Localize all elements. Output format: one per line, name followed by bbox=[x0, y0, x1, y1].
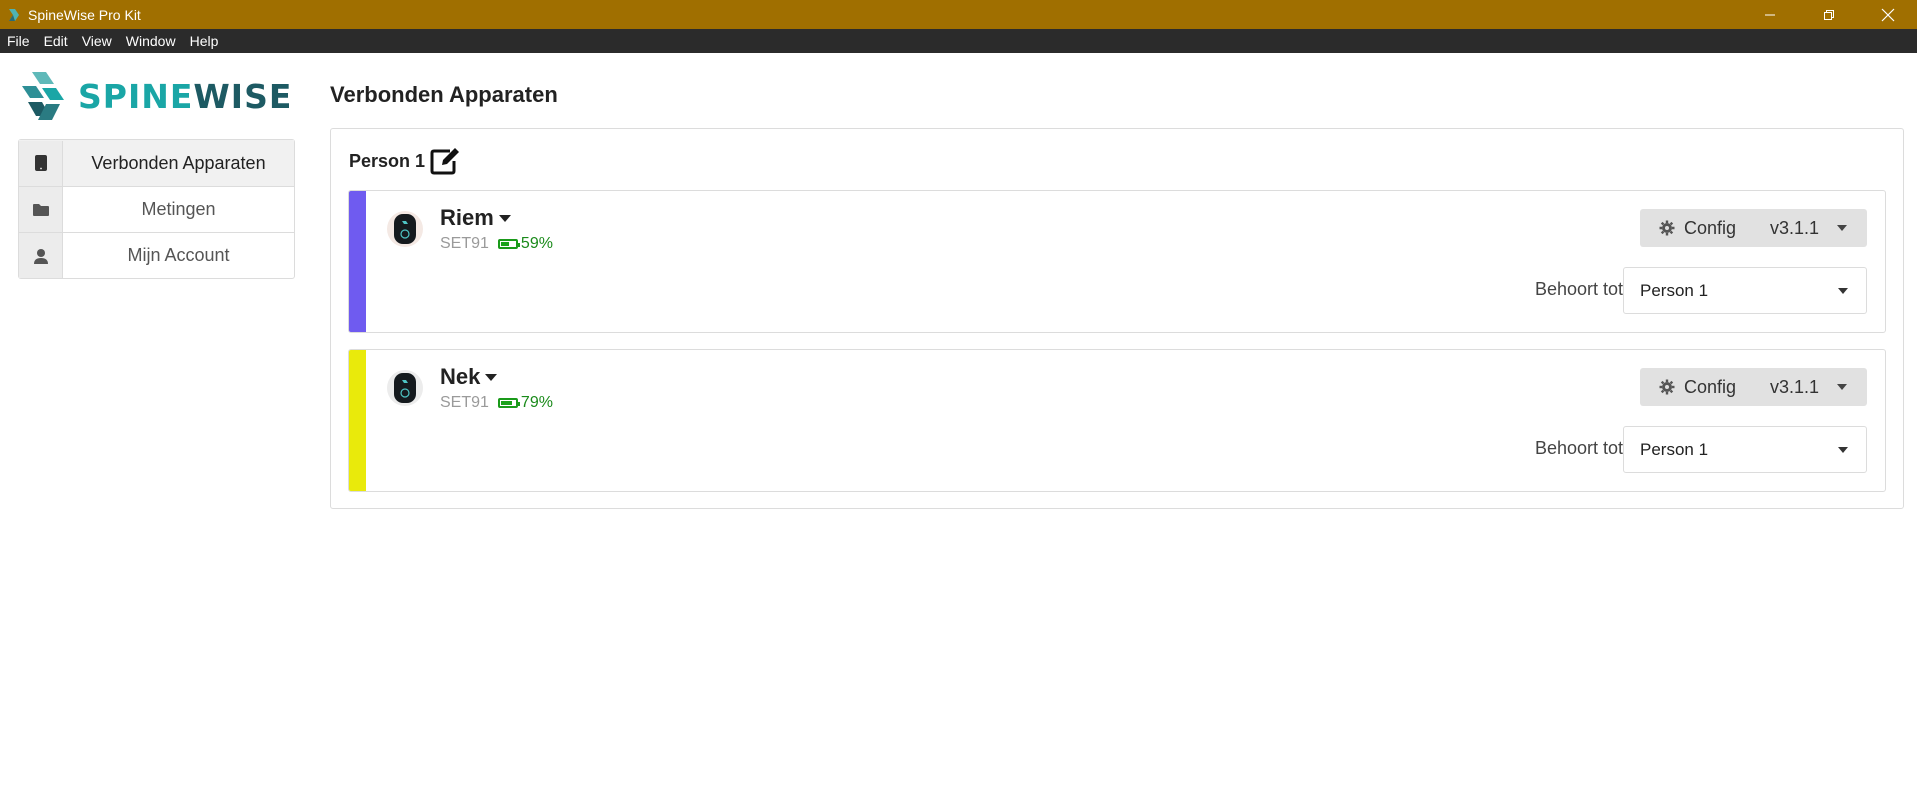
owner-label: Behoort tot bbox=[1534, 438, 1623, 458]
device-name-dropdown[interactable]: Riem bbox=[440, 205, 511, 231]
caret-down-icon bbox=[1837, 384, 1847, 390]
spinewise-logo: SPINEWISE bbox=[18, 70, 292, 122]
user-icon bbox=[19, 233, 63, 278]
sidebar-item-label: Mijn Account bbox=[127, 245, 230, 265]
restore-icon[interactable] bbox=[1799, 0, 1858, 29]
battery-percent: 59% bbox=[520, 235, 553, 252]
caret-down-icon bbox=[1838, 446, 1848, 453]
device-color-strip bbox=[349, 350, 366, 491]
sensor-device-icon bbox=[387, 211, 423, 247]
menu-help[interactable]: Help bbox=[183, 29, 226, 53]
device-name: Riem bbox=[440, 205, 494, 230]
close-icon[interactable] bbox=[1858, 0, 1917, 29]
menu-file[interactable]: File bbox=[0, 29, 37, 53]
tablet-icon bbox=[19, 140, 63, 186]
menu-window[interactable]: Window bbox=[119, 29, 183, 53]
device-card-riem: Riem SET91 59% Config v3.1.1 Behoort tot… bbox=[348, 190, 1886, 333]
group-name: Person 1 bbox=[349, 150, 426, 171]
title-bar: SpineWise Pro Kit bbox=[0, 0, 1917, 29]
battery-fill bbox=[500, 242, 510, 246]
logo-text-spine: SPINE bbox=[78, 76, 194, 116]
sidebar-item-metingen[interactable]: Metingen bbox=[19, 186, 294, 232]
sidebar-item-label: Metingen bbox=[141, 199, 216, 219]
sidebar-item-label: Verbonden Apparaten bbox=[91, 152, 266, 173]
caret-down-icon bbox=[1838, 287, 1848, 294]
owner-select-value: Person 1 bbox=[1640, 280, 1709, 300]
gear-icon bbox=[1658, 219, 1676, 237]
page-title: Verbonden Apparaten bbox=[330, 82, 558, 107]
firmware-version: v3.1.1 bbox=[1769, 376, 1819, 397]
battery-fill bbox=[500, 401, 512, 405]
menu-edit[interactable]: Edit bbox=[37, 29, 75, 53]
device-name-dropdown[interactable]: Nek bbox=[440, 364, 498, 390]
owner-select-value: Person 1 bbox=[1640, 439, 1709, 459]
logo-mark-icon bbox=[22, 72, 64, 120]
sidebar-nav: Verbonden Apparaten Metingen Mijn Accoun… bbox=[18, 139, 295, 279]
firmware-version: v3.1.1 bbox=[1769, 217, 1819, 238]
caret-down-icon bbox=[498, 214, 511, 222]
config-label: Config bbox=[1684, 217, 1737, 238]
config-button[interactable]: Config v3.1.1 bbox=[1640, 368, 1867, 406]
device-name: Nek bbox=[440, 364, 481, 389]
device-color-strip bbox=[349, 191, 366, 332]
window-title: SpineWise Pro Kit bbox=[28, 6, 141, 23]
owner-label: Behoort tot bbox=[1534, 279, 1623, 299]
battery-percent: 79% bbox=[520, 394, 553, 411]
battery-status: 79% bbox=[497, 394, 553, 412]
app-icon bbox=[6, 7, 22, 23]
menu-view[interactable]: View bbox=[75, 29, 119, 53]
battery-icon bbox=[497, 398, 520, 408]
sidebar-item-verbonden-apparaten[interactable]: Verbonden Apparaten bbox=[19, 140, 294, 186]
config-button[interactable]: Config v3.1.1 bbox=[1640, 209, 1867, 247]
device-card-nek: Nek SET91 79% Config v3.1.1 Behoort tot … bbox=[348, 349, 1886, 492]
minimize-icon[interactable] bbox=[1740, 0, 1799, 29]
owner-select[interactable]: Person 1 bbox=[1623, 426, 1867, 473]
battery-status: 59% bbox=[497, 235, 553, 253]
battery-icon bbox=[497, 239, 520, 249]
config-label: Config bbox=[1684, 376, 1737, 397]
person-group-card: Person 1 Riem SET91 59% Config v3.1.1 Be… bbox=[330, 128, 1904, 509]
gear-icon bbox=[1658, 378, 1676, 396]
caret-down-icon bbox=[485, 373, 498, 381]
menu-bar: File Edit View Window Help bbox=[0, 29, 1917, 53]
sensor-device-icon bbox=[387, 370, 423, 406]
logo-text-wise: WISE bbox=[193, 76, 293, 116]
caret-down-icon bbox=[1837, 225, 1847, 231]
edit-icon[interactable] bbox=[429, 145, 461, 177]
owner-select[interactable]: Person 1 bbox=[1623, 267, 1867, 314]
folder-icon bbox=[19, 187, 63, 232]
device-serial: SET91 bbox=[440, 235, 489, 252]
sidebar-item-mijn-account[interactable]: Mijn Account bbox=[19, 232, 294, 278]
device-serial: SET91 bbox=[440, 394, 489, 411]
